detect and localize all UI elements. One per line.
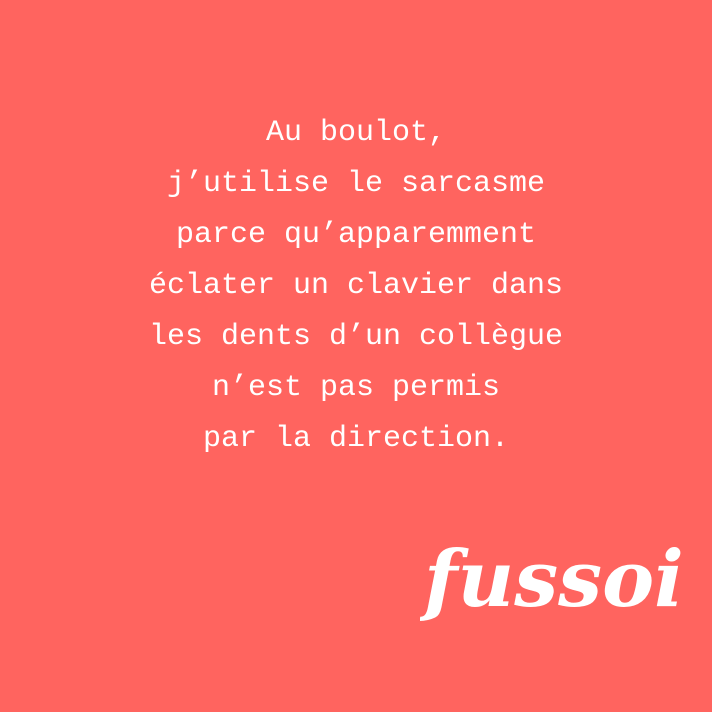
quote-line: par la direction. [202, 422, 510, 456]
quote-line: parce qu’apparemment [175, 218, 537, 252]
logo-wordmark: fussoin [420, 534, 682, 625]
fussoin-logo: fussoin [420, 534, 682, 625]
quote-text: Au boulot, j’utilise le sarcasme parce q… [0, 108, 712, 465]
quote-line: Au boulot, [265, 116, 447, 150]
quote-line: les dents d’un collègue [148, 320, 564, 354]
quote-line: j’utilise le sarcasme [166, 167, 546, 201]
quote-line: n’est pas permis [211, 371, 501, 405]
quote-line: éclater un clavier dans [148, 269, 564, 303]
quote-card: Au boulot, j’utilise le sarcasme parce q… [0, 0, 712, 712]
